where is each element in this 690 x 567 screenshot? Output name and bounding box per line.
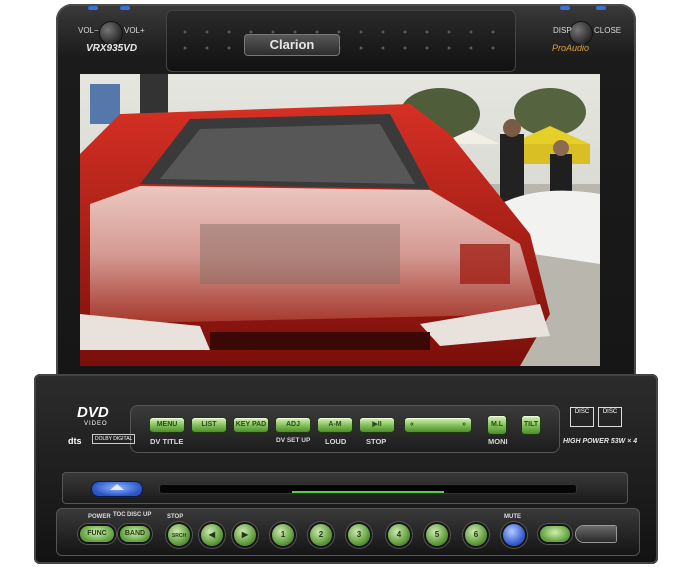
- func-button[interactable]: FUNC: [80, 526, 114, 542]
- compact-disc-logo: DISC: [570, 407, 594, 427]
- stop-label: STOP: [366, 437, 387, 446]
- toc-label: TOC: [113, 512, 126, 518]
- seek-right-icon: »: [462, 421, 466, 428]
- mute-button[interactable]: [503, 524, 525, 546]
- brand-logo: Clarion: [244, 34, 340, 56]
- close-led: [596, 6, 606, 10]
- moni-label: MONI: [488, 437, 508, 446]
- search-text: SRCH: [171, 533, 187, 539]
- car-photo: [80, 74, 600, 366]
- am-button[interactable]: A-M: [318, 418, 352, 432]
- ml-button[interactable]: M.L: [488, 416, 506, 434]
- series-logo: ProAudio: [552, 43, 590, 53]
- vol-up-led: [120, 6, 130, 10]
- compact-disc-text-logo: DISC: [598, 407, 622, 427]
- dvd-video-text: VIDEO: [84, 421, 108, 427]
- preset-5-button[interactable]: 5: [426, 524, 448, 546]
- preset-1-button[interactable]: 1: [272, 524, 294, 546]
- volume-knob[interactable]: [100, 22, 122, 44]
- tilt-button[interactable]: TILT: [522, 416, 540, 434]
- model-name: VRX935VD: [86, 43, 138, 54]
- loud-label: LOUD: [325, 437, 347, 446]
- preset-6-button[interactable]: 6: [465, 524, 487, 546]
- disp-led: [560, 6, 570, 10]
- power-label: POWER: [88, 514, 111, 520]
- disp-close-knob[interactable]: [570, 22, 592, 44]
- high-power-label: HIGH POWER 53W × 4: [563, 438, 638, 445]
- list-button[interactable]: LIST: [192, 418, 226, 432]
- preset-3-button[interactable]: 3: [348, 524, 370, 546]
- mute-label: MUTE: [504, 514, 521, 520]
- close-label: CLOSE: [594, 26, 622, 35]
- rotary-button[interactable]: [540, 526, 570, 542]
- dts-logo: dts: [68, 436, 82, 446]
- disp-label: DISP: [553, 26, 572, 35]
- search-button[interactable]: SRCH: [168, 524, 190, 546]
- preset-2-button[interactable]: 2: [310, 524, 332, 546]
- speaker-grille: [174, 24, 508, 54]
- adj-button[interactable]: ADJ: [276, 418, 310, 432]
- play-pause-button[interactable]: ▶II: [360, 418, 394, 432]
- slot-light: [292, 491, 444, 493]
- vol-plus-label: VOL+: [124, 26, 145, 35]
- keypad-button[interactable]: KEY PAD: [234, 418, 268, 432]
- preset-4-button[interactable]: 4: [388, 524, 410, 546]
- vol-minus-label: VOL−: [78, 26, 99, 35]
- seek-rocker[interactable]: « »: [405, 418, 471, 432]
- disc-up-label: DISC UP: [127, 512, 152, 518]
- dv-setup-label: DV SET UP: [276, 437, 311, 444]
- dvd-logo: DVD: [77, 404, 109, 421]
- seek-left-icon: «: [410, 421, 414, 428]
- prev-track-button[interactable]: ◀: [201, 524, 223, 546]
- band-button[interactable]: BAND: [120, 526, 150, 542]
- vol-down-led: [88, 6, 98, 10]
- top-bar: [166, 10, 516, 72]
- menu-button[interactable]: MENU: [150, 418, 184, 432]
- dolby-logo: DOLBY DIGITAL: [92, 434, 136, 444]
- brand-name: Clarion: [269, 37, 315, 52]
- dv-title-label: DV TITLE: [150, 437, 184, 446]
- next-track-button[interactable]: ▶: [234, 524, 256, 546]
- video-screen: [80, 74, 600, 366]
- stop-small-label: STOP: [167, 514, 184, 520]
- eject-icon: [110, 484, 124, 490]
- release-button[interactable]: [576, 526, 616, 542]
